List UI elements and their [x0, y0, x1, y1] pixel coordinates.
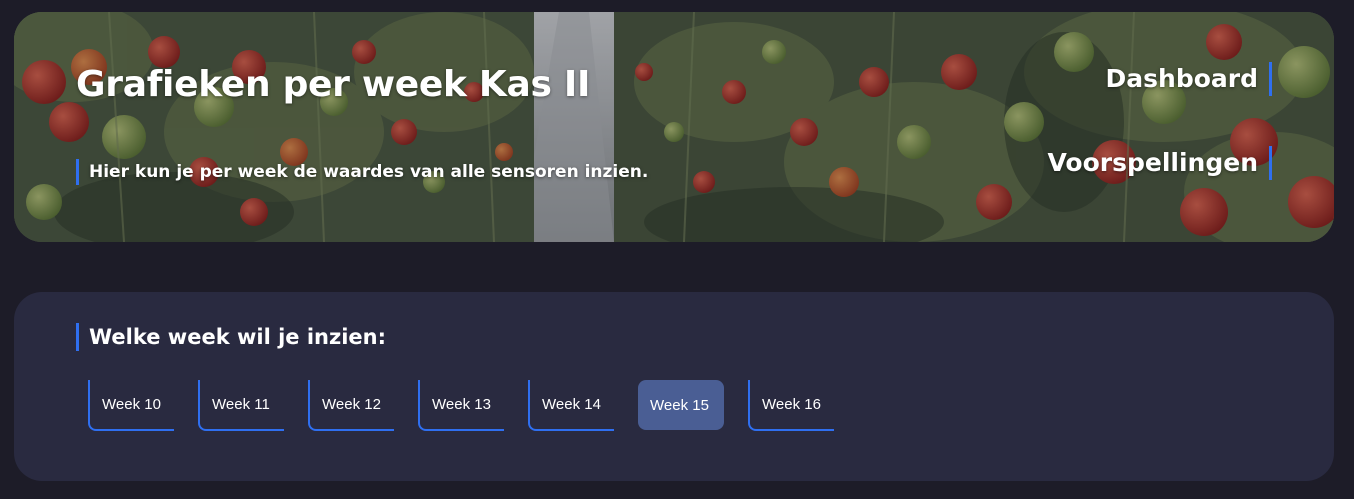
hero-banner: Grafieken per week Kas II Hier kun je pe…	[14, 12, 1334, 242]
week-button-15-selected[interactable]: Week 15	[638, 380, 724, 430]
page-title: Grafieken per week Kas II	[76, 64, 591, 105]
week-button-10[interactable]: Week 10	[88, 380, 174, 431]
week-button-11[interactable]: Week 11	[198, 380, 284, 431]
main-nav: Dashboard Voorspellingen	[972, 62, 1272, 180]
nav-link-dashboard[interactable]: Dashboard	[972, 62, 1272, 96]
week-button-12[interactable]: Week 12	[308, 380, 394, 431]
week-picker-heading: Welke week wil je inzien:	[76, 323, 386, 351]
week-button-14[interactable]: Week 14	[528, 380, 614, 431]
week-button-group: Week 10 Week 11 Week 12 Week 13 Week 14 …	[88, 380, 834, 431]
nav-link-voorspellingen[interactable]: Voorspellingen	[972, 146, 1272, 180]
week-button-13[interactable]: Week 13	[418, 380, 504, 431]
week-picker-panel: Welke week wil je inzien: Week 10 Week 1…	[14, 292, 1334, 481]
page-subtitle: Hier kun je per week de waardes van alle…	[76, 159, 648, 185]
week-button-16[interactable]: Week 16	[748, 380, 834, 431]
